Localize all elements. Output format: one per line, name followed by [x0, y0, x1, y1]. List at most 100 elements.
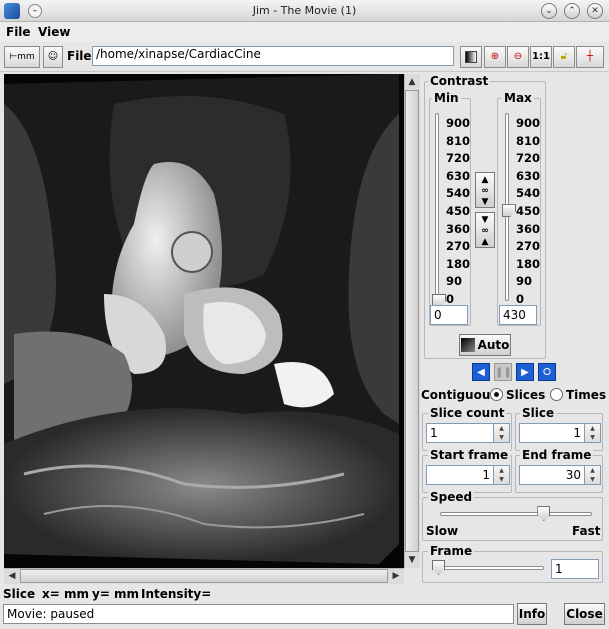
min-tick-label: 90 [446, 274, 463, 289]
mri-image [4, 74, 404, 568]
file-path-field[interactable]: /home/xinapse/CardiacCine [92, 46, 454, 66]
play-forward-icon: ▶ [521, 367, 529, 378]
play-forward-button[interactable]: ▶ [516, 363, 534, 381]
slice-count-spinner[interactable]: ▲ ▼ [494, 423, 510, 443]
menu-file[interactable]: File [6, 25, 31, 39]
fast-label: Fast [572, 524, 601, 538]
times-radio[interactable] [550, 388, 563, 401]
max-tick-label: 720 [516, 151, 541, 166]
window-title: Jim - The Movie (1) [252, 4, 357, 17]
maximize-icon[interactable]: ⌃ [564, 3, 580, 19]
end-frame-spinner[interactable]: ▲ ▼ [585, 465, 601, 485]
max-tick-label: 270 [516, 239, 541, 254]
padlock-icon: 🔓︎ [560, 51, 568, 62]
scroll-right-icon[interactable]: ▶ [389, 569, 403, 583]
pause-icon: ❚❚ [495, 367, 512, 378]
scroll-up-icon[interactable]: ▲ [405, 75, 419, 89]
vertical-scroll-thumb[interactable] [405, 90, 419, 552]
speed-slider-track[interactable] [440, 512, 592, 516]
chain-down-icon: ▼ ∞ ▲ [481, 215, 489, 247]
min-label: Min [432, 91, 461, 105]
title-bar: – Jim - The Movie (1) ⌄ ⌃ ✕ [0, 0, 609, 22]
max-tick-label: 450 [516, 204, 541, 218]
contiguous-label: Contiguous [421, 388, 498, 402]
crosshair-button[interactable]: ┼ [576, 46, 604, 68]
min-tick-label: 0 [446, 292, 455, 306]
loop-icon: ⭘ [543, 367, 551, 378]
menu-bar: File View [0, 22, 609, 42]
units-toggle-button[interactable]: ⊢mm [4, 46, 40, 68]
min-value-field[interactable]: 0 [430, 305, 468, 325]
link-down-button[interactable]: ▼ ∞ ▲ [475, 212, 495, 248]
status-y-label: y= mm [92, 587, 140, 601]
min-slider-track[interactable] [435, 113, 439, 301]
frame-field[interactable]: 1 [551, 559, 599, 579]
zoom-1to1-button[interactable]: 1:1 [530, 46, 552, 68]
image-viewport[interactable] [4, 74, 404, 568]
status-message-field: Movie: paused [3, 604, 514, 624]
min-tick-label: 900 [446, 116, 471, 130]
auto-contrast-button[interactable]: Auto [459, 334, 511, 356]
times-label: Times [566, 388, 607, 402]
slice-label: Slice [520, 406, 557, 420]
minimize-icon[interactable]: ⌄ [541, 3, 557, 19]
min-tick-label: 630 [446, 168, 471, 183]
loop-button[interactable]: ⭘ [538, 363, 556, 381]
zoom-out-button[interactable]: ⊖ [507, 46, 529, 68]
slices-label: Slices [506, 388, 546, 402]
start-frame-label: Start frame [428, 448, 511, 462]
info-button[interactable]: Info [517, 603, 547, 625]
speed-label: Speed [428, 490, 475, 504]
max-tick-label: 900 [516, 116, 541, 130]
min-tick-label: 720 [446, 151, 471, 166]
zoom-in-icon: ⊕ [490, 51, 500, 62]
min-tick-label: 360 [446, 221, 471, 236]
status-x-label: x= mm [42, 587, 89, 601]
crosshair-icon: ┼ [586, 51, 594, 62]
status-intensity-label: Intensity= [141, 587, 212, 601]
colormap-button[interactable] [460, 46, 482, 68]
min-tick-label: 540 [446, 186, 471, 201]
zoom-in-button[interactable]: ⊕ [484, 46, 506, 68]
frame-slider-track[interactable] [432, 566, 544, 570]
start-frame-spinner[interactable]: ▲ ▼ [494, 465, 510, 485]
end-frame-field[interactable]: 30 [519, 465, 585, 485]
link-up-button[interactable]: ▲ ∞ ▼ [475, 172, 495, 208]
brain-icon: ☺ [47, 51, 59, 62]
slice-spinner[interactable]: ▲ ▼ [585, 423, 601, 443]
close-button[interactable]: Close [564, 603, 605, 625]
max-tick-label: 0 [516, 292, 525, 306]
grayscale-icon [465, 51, 477, 63]
end-frame-label: End frame [520, 448, 594, 462]
slices-radio[interactable] [490, 388, 503, 401]
play-backward-icon: ◀ [477, 367, 485, 378]
status-slice-label: Slice [3, 587, 36, 601]
frame-label: Frame [428, 544, 475, 558]
min-tick-label: 270 [446, 239, 471, 254]
max-tick-label: 180 [516, 256, 541, 271]
slice-field[interactable]: 1 [519, 423, 585, 443]
scroll-left-icon[interactable]: ◀ [5, 569, 19, 583]
max-tick-label: 810 [516, 133, 541, 148]
close-window-icon[interactable]: ✕ [587, 3, 603, 19]
start-frame-field[interactable]: 1 [426, 465, 494, 485]
slow-label: Slow [426, 524, 459, 538]
min-tick-label: 180 [446, 256, 471, 271]
scroll-down-icon[interactable]: ▼ [405, 553, 419, 567]
max-tick-label: 540 [516, 186, 541, 201]
lock-display-button[interactable]: ☺ [43, 46, 63, 68]
max-tick-label: 630 [516, 168, 541, 183]
min-tick-label: 810 [446, 133, 471, 148]
horizontal-scroll-thumb[interactable] [20, 569, 388, 583]
unlock-button[interactable]: 🔓︎ [553, 46, 575, 68]
max-value-field[interactable]: 430 [499, 305, 537, 325]
slice-count-label: Slice count [428, 406, 507, 420]
contrast-title: Contrast [428, 74, 491, 88]
pause-button[interactable]: ❚❚ [494, 363, 512, 381]
contrast-icon [460, 338, 475, 352]
slice-count-field[interactable]: 1 [426, 423, 494, 443]
play-backward-button[interactable]: ◀ [472, 363, 490, 381]
menu-view[interactable]: View [38, 25, 70, 39]
zoom-out-icon: ⊖ [513, 51, 523, 62]
ruler-icon: ⊢ [9, 52, 18, 62]
